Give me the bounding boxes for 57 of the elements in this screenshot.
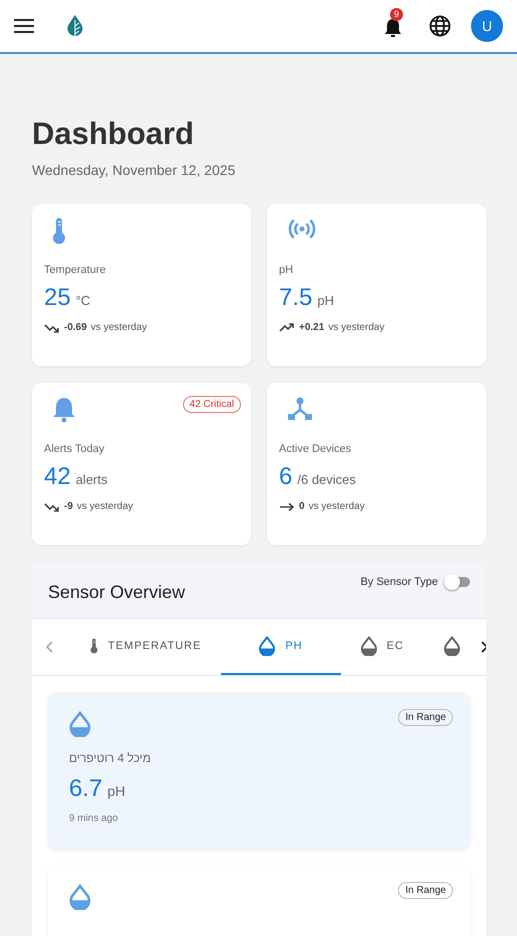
trend-comparison: vs yesterday (76, 501, 134, 512)
notification-count: 9 (390, 8, 403, 21)
leaf-drop-logo (66, 14, 84, 38)
trend-change: -0.69 (64, 322, 87, 333)
network-icon (287, 397, 313, 421)
trend-change: 0 (299, 501, 305, 512)
status-badge: In Range (398, 709, 453, 726)
panel-title: Sensor Overview (48, 582, 186, 604)
globe-icon[interactable] (429, 15, 451, 37)
stat-value: 7.5 (279, 284, 312, 312)
trend-up-icon (279, 322, 295, 332)
stat-unit: /6 devices (297, 472, 356, 487)
stat-value: 42 (44, 463, 71, 491)
sensor-value: 6.7 (69, 775, 102, 803)
sensor-tab[interactable]: PH (221, 619, 341, 675)
trend-down-icon (44, 502, 60, 512)
stat-label: Temperature (44, 264, 107, 276)
sensor-tab[interactable]: EC (340, 619, 424, 675)
trend-change: -9 (64, 501, 73, 512)
toggle-label: By Sensor Type (360, 576, 438, 588)
stat-value: 25 (44, 284, 71, 312)
trend-comparison: vs yesterday (328, 322, 384, 333)
trend-comparison: vs yesterday (90, 322, 147, 333)
critical-badge: 42 Critical (182, 396, 241, 413)
arrow-right-icon (279, 502, 295, 512)
trend-down-icon (44, 322, 60, 332)
thermometer-icon (52, 218, 66, 244)
status-badge: In Range (398, 882, 453, 899)
thermometer-icon (90, 638, 98, 654)
last-updated: 9 mins ago (69, 813, 119, 824)
stat-label: Active Devices (279, 443, 352, 455)
stat-unit: °C (76, 293, 90, 308)
stat-label: pH (279, 264, 294, 276)
toggle-switch[interactable] (444, 576, 470, 588)
drop-icon (69, 884, 91, 910)
sensor-name: מיכל 4 רוטיפרים (69, 751, 151, 765)
trend-change: +0.21 (299, 322, 324, 333)
user-avatar[interactable]: U (471, 10, 503, 42)
notification-bell-icon[interactable] (383, 17, 403, 39)
signal-icon (287, 218, 317, 240)
stat-unit: alerts (76, 472, 108, 487)
drop-icon (69, 711, 91, 737)
drop-icon (259, 636, 276, 656)
sensor-tab[interactable]: TEMPERATURE (54, 619, 222, 675)
page-title: Dashboard (32, 116, 195, 152)
current-date: Wednesday, November 12, 2025 (32, 162, 236, 178)
trend-comparison: vs yesterday (308, 501, 365, 512)
stat-unit: pH (317, 293, 334, 308)
drop-icon (444, 636, 460, 656)
bell-icon (52, 397, 76, 423)
sensor-card[interactable]: In Range (48, 865, 470, 936)
drop-icon (360, 636, 377, 656)
stat-label: Alerts Today (44, 443, 106, 455)
menu-icon[interactable] (14, 19, 34, 33)
stat-value: 6 (279, 463, 292, 491)
chevron-right-icon[interactable] (480, 641, 486, 653)
sensor-unit: pH (107, 783, 126, 799)
